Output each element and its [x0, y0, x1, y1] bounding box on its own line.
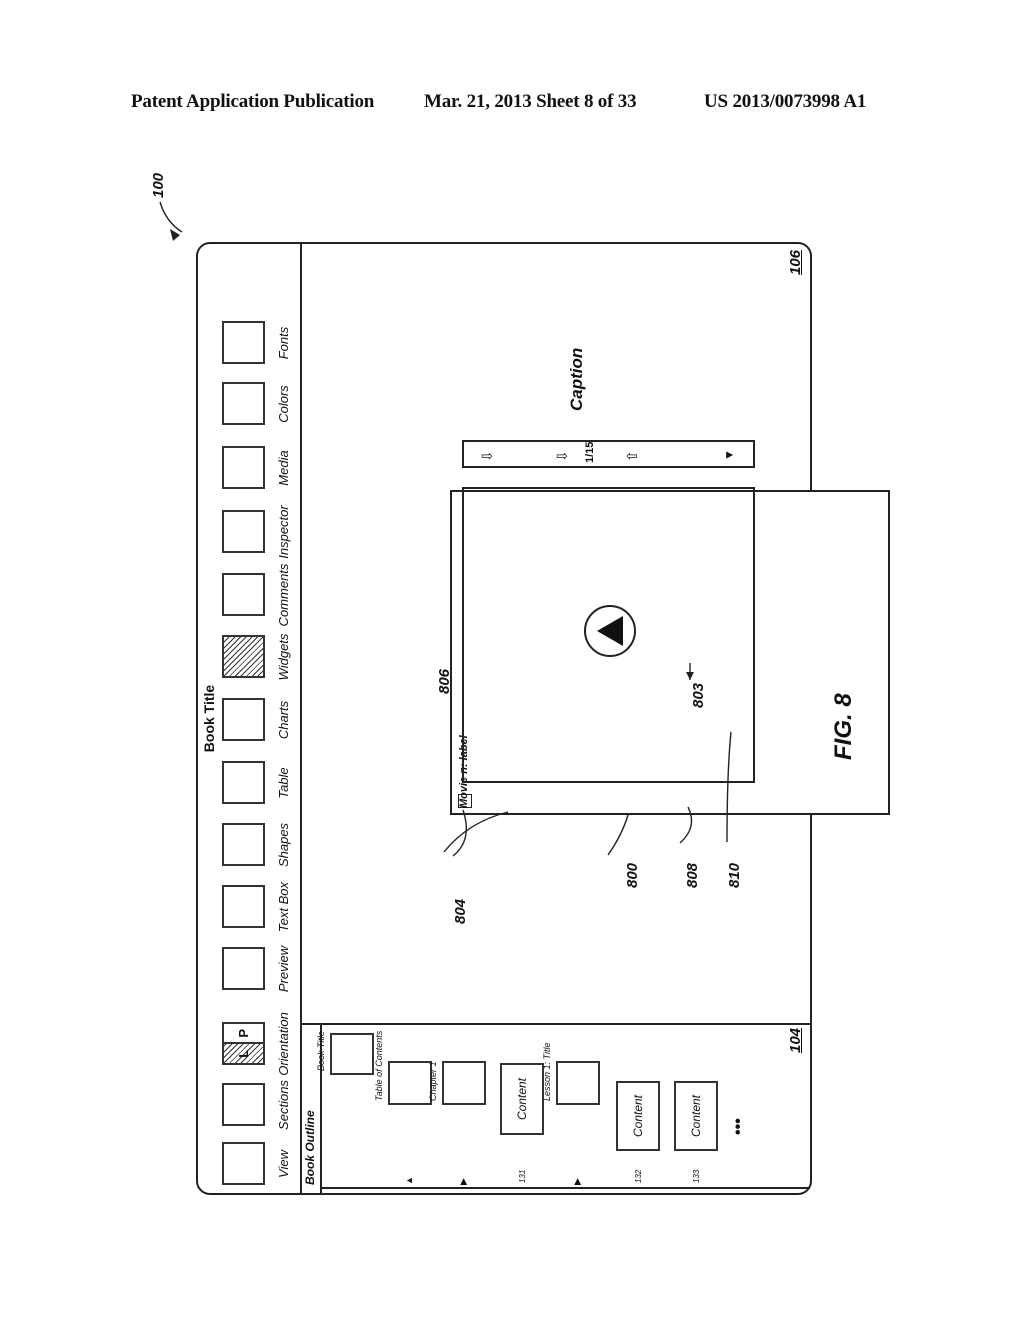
outline-page-thumb[interactable]: Content: [500, 1063, 544, 1135]
more-items-ellipsis: •••: [730, 1118, 747, 1135]
play-icon: [597, 616, 623, 646]
book-title: Book Title: [201, 684, 217, 753]
first-frame-icon[interactable]: ⇩: [479, 450, 496, 462]
outline-item-thumb[interactable]: [442, 1061, 486, 1105]
toolbar-button-shapes[interactable]: [222, 823, 265, 866]
toolbar-button-sections[interactable]: [222, 1083, 265, 1126]
toolbar-button-media[interactable]: [222, 446, 265, 489]
page-thumb-label: Content: [515, 1077, 529, 1121]
toolbar-button-colors[interactable]: [222, 382, 265, 425]
outline-page-thumb[interactable]: Content: [674, 1081, 718, 1151]
orientation-option-l[interactable]: L: [224, 1042, 263, 1063]
toolbar-label-fonts: Fonts: [276, 326, 291, 360]
toolbar-button-charts[interactable]: [222, 698, 265, 741]
toolbar-button-widgets[interactable]: [222, 635, 265, 678]
disclosure-expanded-icon[interactable]: ▲: [404, 1176, 414, 1185]
outline-item-thumb[interactable]: [388, 1061, 432, 1105]
play-button[interactable]: [584, 605, 636, 657]
outline-list: Book Title Table of Contents ▲ Chapter 1 ▶ 13…: [316, 1025, 810, 1189]
previous-arrow-icon[interactable]: ⇩: [554, 450, 571, 462]
ref-803: 803: [690, 682, 707, 708]
toolbar-button-preview[interactable]: [222, 947, 265, 990]
page-ref-number: 133: [692, 1169, 701, 1183]
toolbar-button-view[interactable]: [222, 1142, 265, 1185]
outline-item-label: Chapter 1: [428, 1061, 438, 1101]
toolbar-button-orientation[interactable]: LP: [222, 1022, 265, 1065]
ref-800: 800: [624, 862, 641, 888]
movie-widget[interactable]: Movie n: label ⇩ ⇩ 1/15 ⇧ ▼ Caption: [450, 348, 890, 815]
outline-item-label: Book Title: [316, 1031, 326, 1071]
outline-page-thumb[interactable]: Content: [616, 1081, 660, 1151]
page-thumb-label: Content: [631, 1094, 645, 1138]
ref-100: 100: [150, 172, 167, 198]
figure-label: FIG. 8: [830, 693, 857, 760]
outline-item-thumb[interactable]: [556, 1061, 600, 1105]
outline-item-label: Lesson 1: Title: [542, 1042, 552, 1101]
ref-104: 104: [787, 1027, 804, 1053]
volume-icon[interactable]: ▼: [722, 449, 736, 461]
caption-text: Caption: [567, 347, 586, 411]
disclosure-collapsed-icon[interactable]: ▶: [572, 1178, 583, 1185]
toolbar-button-fonts[interactable]: [222, 321, 265, 364]
movie-controls: ⇩ ⇩ 1/15 ⇧ ▼: [462, 440, 755, 468]
ref-106: 106: [787, 250, 804, 276]
outline-item-label: Table of Contents: [374, 1030, 384, 1101]
ref-806: 806: [436, 668, 453, 694]
page-ref-number: 132: [634, 1169, 643, 1183]
movie-frame[interactable]: [462, 487, 755, 783]
orientation-option-p[interactable]: P: [224, 1024, 263, 1043]
outline-item-thumb[interactable]: [330, 1033, 374, 1075]
toolbar-button-table[interactable]: [222, 761, 265, 804]
ref-808: 808: [684, 862, 701, 888]
toolbar-button-inspector[interactable]: [222, 510, 265, 553]
ref-804: 804: [452, 898, 469, 924]
toolbar-button-comments[interactable]: [222, 573, 265, 616]
figure-canvas: 100 Book Title View Sections L P Orientation…: [0, 0, 1024, 1320]
page-ref-number: 131: [518, 1169, 527, 1183]
toolbar-button-text-box[interactable]: [222, 885, 265, 928]
next-arrow-icon[interactable]: ⇧: [624, 450, 641, 462]
ref-810: 810: [726, 862, 743, 888]
disclosure-collapsed-icon[interactable]: ▶: [458, 1178, 469, 1185]
book-outline-sidebar: Book Outline Book Title Table of Contents…: [300, 1023, 810, 1193]
frame-counter: 1/15: [584, 441, 596, 463]
page-thumb-label: Content: [689, 1094, 703, 1138]
app-window: Book Title View Sections L P Orientation Prev…: [196, 242, 890, 1195]
